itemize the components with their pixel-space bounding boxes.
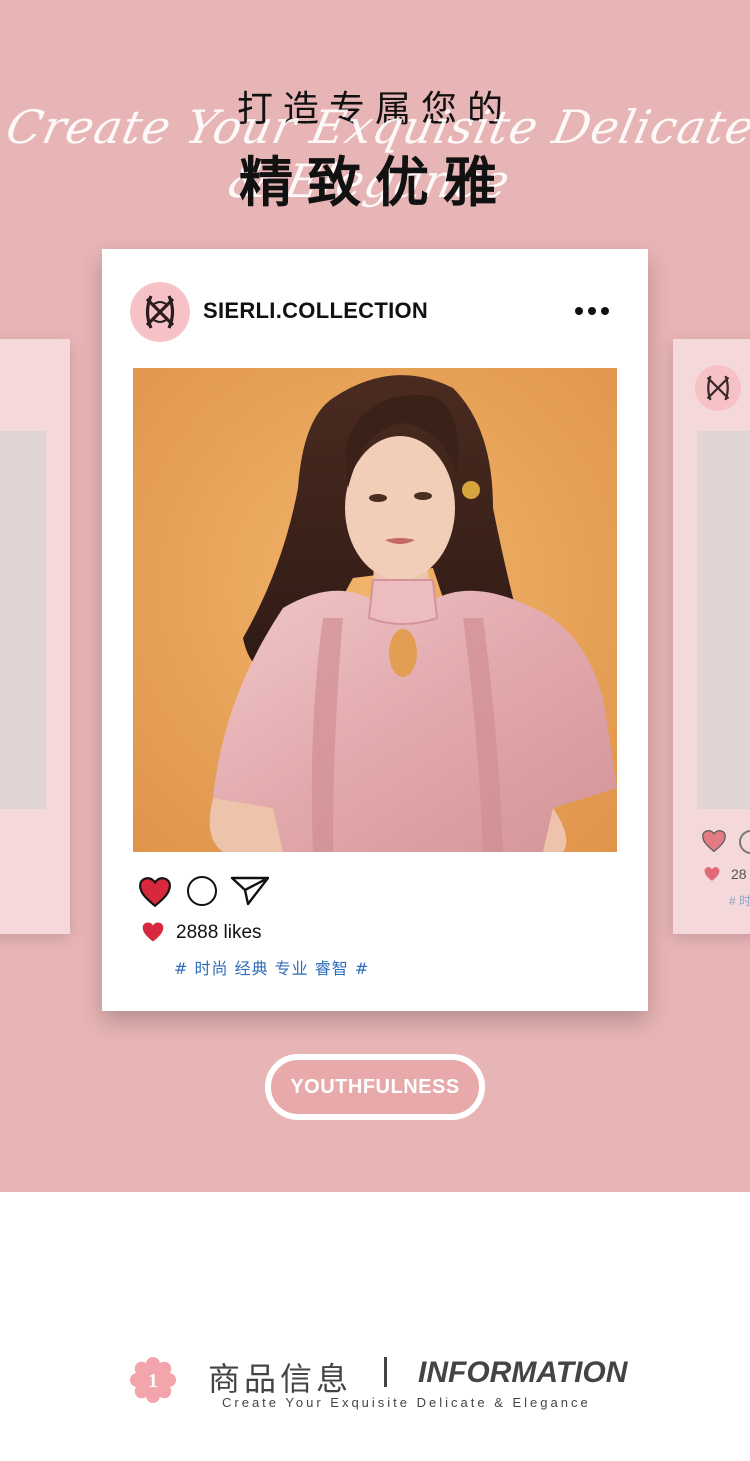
- brand-logo-icon: [706, 375, 730, 401]
- like-heart-icon: [704, 867, 720, 881]
- post-photo: [133, 368, 617, 852]
- side-card-avatar: [695, 365, 741, 411]
- section-divider: [384, 1357, 387, 1387]
- post-card: SIERLI.COLLECTION 2888 likes # 时尚 经典 专业 …: [102, 249, 648, 1011]
- like-heart-icon: [142, 922, 164, 942]
- youthfulness-badge: YOUTHFULNESS: [265, 1054, 485, 1120]
- post-username[interactable]: SIERLI.COLLECTION: [203, 298, 428, 324]
- brand-avatar[interactable]: [130, 282, 190, 342]
- section-title-en: INFORMATION: [418, 1356, 628, 1389]
- likes-count: 2888 likes: [176, 922, 262, 943]
- side-card-right: 28 # 时: [673, 339, 750, 934]
- brand-logo-icon: [145, 295, 175, 329]
- section-subtitle: Create Your Exquisite Delicate & Eleganc…: [222, 1395, 591, 1410]
- hero-title-line2: 精致优雅: [239, 151, 511, 214]
- send-icon[interactable]: [230, 874, 270, 908]
- side-card-likes: 28: [731, 866, 747, 882]
- section-number: 1: [148, 1370, 158, 1392]
- comment-icon[interactable]: [739, 830, 750, 854]
- model-photo-illustration: [133, 368, 617, 852]
- side-card-tags: # 时: [729, 894, 750, 908]
- hero-section: 打造专属您的 Create Your Exquisite Delicate & …: [0, 0, 750, 1192]
- side-card-right-photo-placeholder: [697, 431, 750, 809]
- heart-icon[interactable]: [701, 829, 727, 853]
- side-card-left: [0, 339, 70, 934]
- heart-icon[interactable]: [138, 876, 172, 908]
- section-number-flower-icon: 1: [130, 1357, 176, 1403]
- section-title-cn: 商品信息: [208, 1360, 353, 1398]
- comment-icon[interactable]: [187, 876, 217, 906]
- post-hashtags[interactable]: # 时尚 经典 专业 睿智 #: [174, 955, 369, 979]
- side-card-left-photo-placeholder: [0, 431, 46, 809]
- more-options-icon[interactable]: [575, 307, 609, 315]
